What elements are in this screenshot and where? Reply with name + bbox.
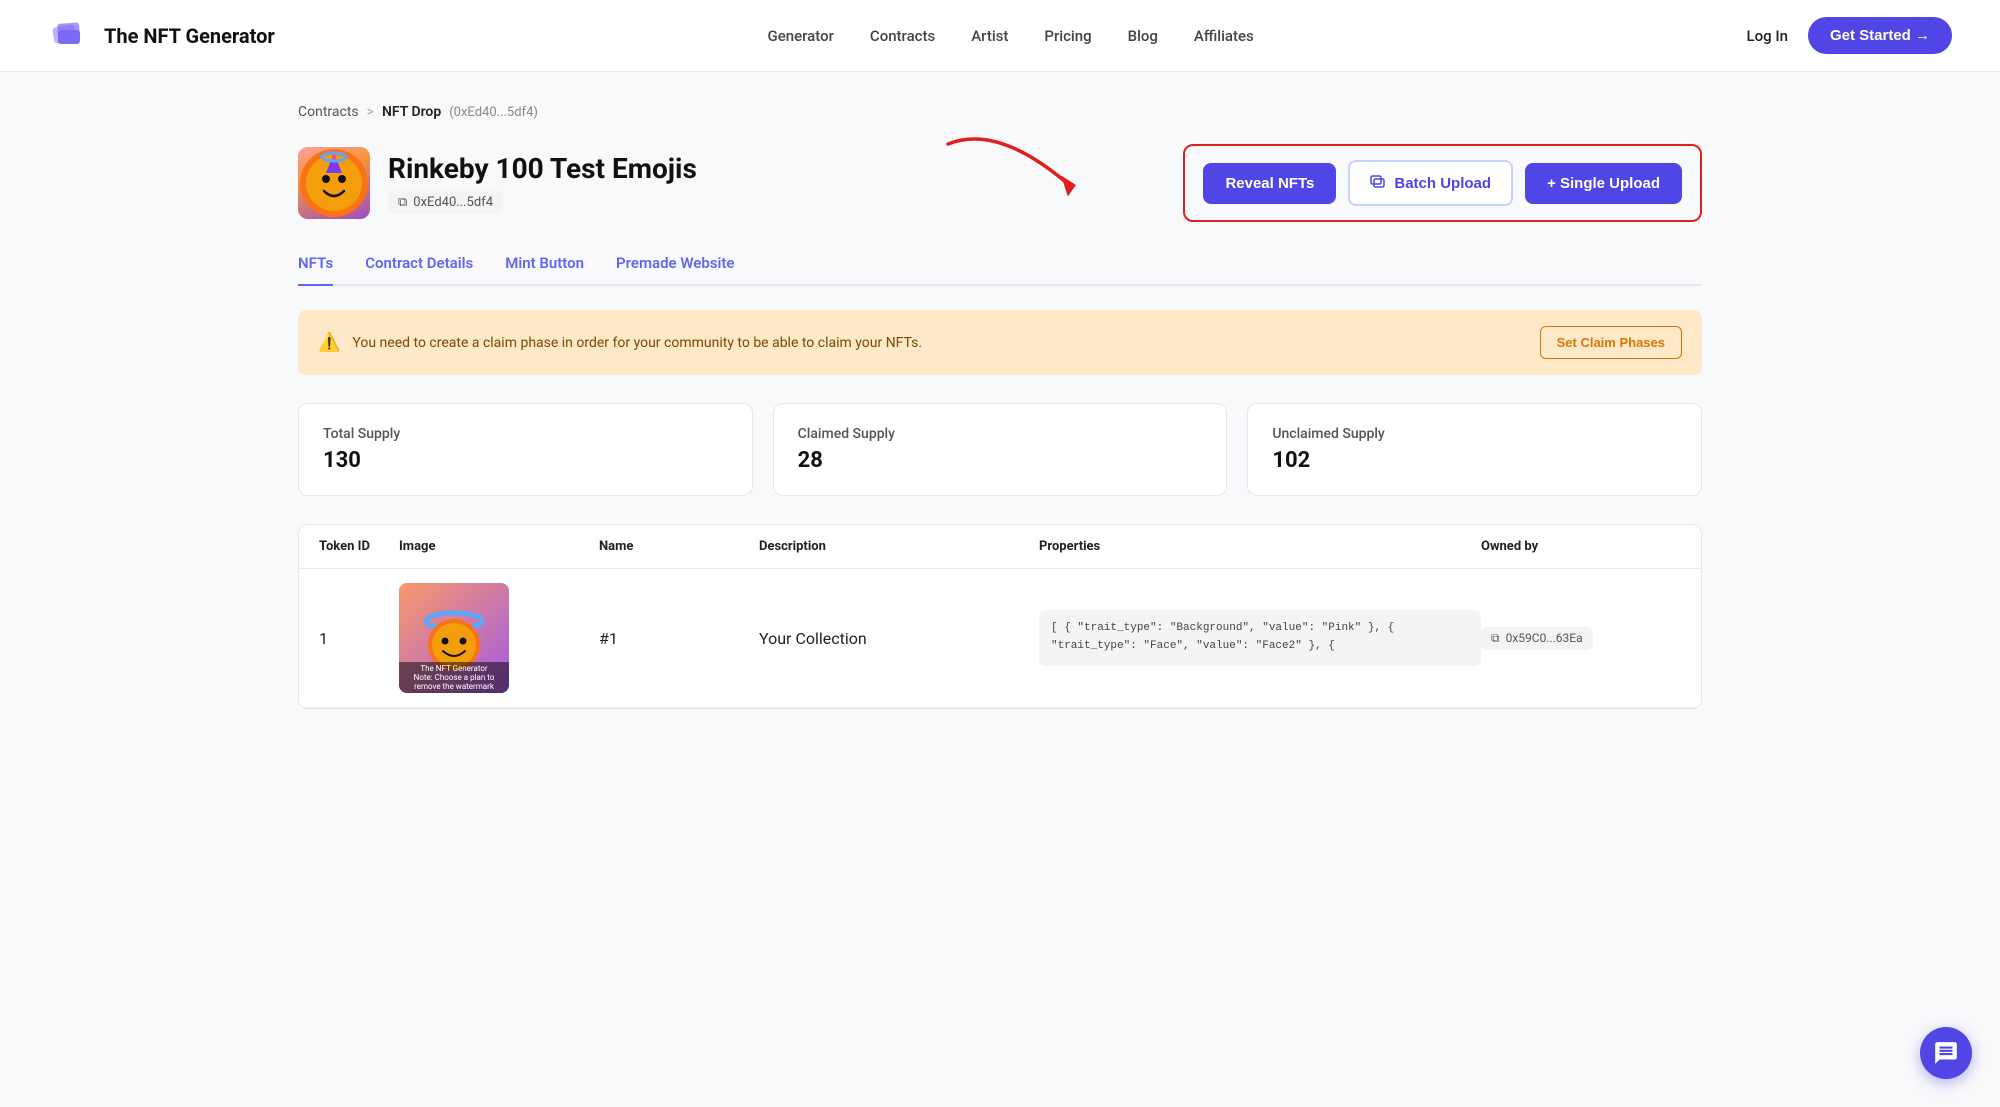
cell-description: Your Collection	[759, 629, 1039, 648]
stat-total-supply: Total Supply 130	[298, 403, 753, 496]
cell-name: #1	[599, 629, 759, 648]
set-claim-phases-button[interactable]: Set Claim Phases	[1540, 326, 1682, 359]
reveal-nfts-button[interactable]: Reveal NFTs	[1203, 163, 1336, 204]
claimed-supply-value: 28	[798, 448, 1203, 473]
address-badge[interactable]: ⧉ 0xEd40...5df4	[388, 191, 503, 214]
project-info: Rinkeby 100 Test Emojis ⧉ 0xEd40...5df4	[388, 152, 697, 214]
batch-icon	[1370, 173, 1386, 193]
unclaimed-supply-value: 102	[1272, 448, 1677, 473]
cell-image: The NFT GeneratorNote: Choose a plan to …	[399, 583, 599, 693]
alert-left: ⚠️ You need to create a claim phase in o…	[318, 332, 922, 353]
table-header: Token ID Image Name Description Properti…	[299, 525, 1701, 569]
nav-blog[interactable]: Blog	[1128, 27, 1158, 45]
nav-logo[interactable]: The NFT Generator	[48, 14, 275, 58]
chat-support-button[interactable]	[1920, 1027, 1972, 1079]
batch-icon-svg	[1370, 173, 1386, 189]
col-owned-by: Owned by	[1481, 539, 1681, 554]
annotation-arrow-svg	[918, 134, 1118, 234]
stat-claimed-supply: Claimed Supply 28	[773, 403, 1228, 496]
tab-mint-button[interactable]: Mint Button	[505, 254, 584, 286]
alert-message: You need to create a claim phase in orde…	[352, 335, 922, 351]
header-row: Rinkeby 100 Test Emojis ⧉ 0xEd40...5df4 …	[298, 144, 1702, 222]
nft-table: Token ID Image Name Description Properti…	[298, 524, 1702, 709]
breadcrumb-address: (0xEd40...5df4)	[449, 105, 538, 120]
properties-json: [ { "trait_type": "Background", "value":…	[1039, 610, 1481, 665]
nft-image-thumbnail: The NFT GeneratorNote: Choose a plan to …	[399, 583, 509, 693]
get-started-button[interactable]: Get Started →	[1808, 17, 1952, 54]
col-properties: Properties	[1039, 539, 1481, 554]
cell-token-id: 1	[319, 629, 399, 648]
col-name: Name	[599, 539, 759, 554]
avatar-svg	[298, 147, 370, 219]
breadcrumb-current: NFT Drop	[382, 104, 441, 120]
breadcrumb-separator: >	[367, 104, 374, 120]
copy-icon: ⧉	[398, 195, 407, 210]
batch-upload-button[interactable]: Batch Upload	[1348, 160, 1513, 206]
navbar: The NFT Generator Generator Contracts Ar…	[0, 0, 2000, 72]
header-left: Rinkeby 100 Test Emojis ⧉ 0xEd40...5df4	[298, 147, 697, 219]
col-image: Image	[399, 539, 599, 554]
nav-artist[interactable]: Artist	[971, 27, 1008, 45]
breadcrumb-contracts[interactable]: Contracts	[298, 104, 359, 120]
tab-contract-details[interactable]: Contract Details	[365, 254, 473, 286]
single-upload-button[interactable]: + Single Upload	[1525, 163, 1682, 204]
chat-icon	[1933, 1040, 1959, 1066]
owned-by-badge[interactable]: ⧉ 0x59C0...63Ea	[1481, 627, 1593, 650]
action-buttons-group: Reveal NFTs Batch Upload + Single Upload	[1183, 144, 1702, 222]
arrow-annotation	[918, 134, 1118, 238]
main-content: Contracts > NFT Drop (0xEd40...5df4)	[250, 72, 1750, 741]
stats-row: Total Supply 130 Claimed Supply 28 Uncla…	[298, 403, 1702, 496]
alert-banner: ⚠️ You need to create a claim phase in o…	[298, 310, 1702, 375]
nav-pricing[interactable]: Pricing	[1044, 27, 1091, 45]
avatar-image	[298, 147, 370, 219]
nav-actions: Log In Get Started →	[1747, 17, 1952, 54]
login-button[interactable]: Log In	[1747, 27, 1788, 45]
total-supply-value: 130	[323, 448, 728, 473]
nav-contracts[interactable]: Contracts	[870, 27, 935, 45]
address-text: 0xEd40...5df4	[413, 195, 493, 210]
logo-icon	[48, 14, 92, 58]
batch-upload-label: Batch Upload	[1394, 175, 1491, 192]
total-supply-label: Total Supply	[323, 426, 728, 442]
col-description: Description	[759, 539, 1039, 554]
logo-text: The NFT Generator	[104, 24, 275, 48]
project-title: Rinkeby 100 Test Emojis	[388, 152, 697, 185]
project-avatar	[298, 147, 370, 219]
unclaimed-supply-label: Unclaimed Supply	[1272, 426, 1677, 442]
tab-nfts[interactable]: NFTs	[298, 254, 333, 286]
copy-icon-2: ⧉	[1491, 631, 1500, 646]
tabs-row: NFTs Contract Details Mint Button Premad…	[298, 254, 1702, 286]
table-row: 1	[299, 569, 1701, 708]
cell-owned-by: ⧉ 0x59C0...63Ea	[1481, 627, 1681, 650]
col-token-id: Token ID	[319, 539, 399, 554]
cell-properties: [ { "trait_type": "Background", "value":…	[1039, 610, 1481, 665]
nav-affiliates[interactable]: Affiliates	[1194, 27, 1254, 45]
warning-icon: ⚠️	[318, 332, 340, 353]
tab-premade-website[interactable]: Premade Website	[616, 254, 734, 286]
breadcrumb: Contracts > NFT Drop (0xEd40...5df4)	[298, 104, 1702, 120]
claimed-supply-label: Claimed Supply	[798, 426, 1203, 442]
owner-address: 0x59C0...63Ea	[1506, 631, 1583, 645]
stat-unclaimed-supply: Unclaimed Supply 102	[1247, 403, 1702, 496]
nav-generator[interactable]: Generator	[768, 27, 834, 45]
nav-links: Generator Contracts Artist Pricing Blog …	[768, 27, 1254, 45]
watermark-text: The NFT GeneratorNote: Choose a plan to …	[399, 662, 509, 693]
